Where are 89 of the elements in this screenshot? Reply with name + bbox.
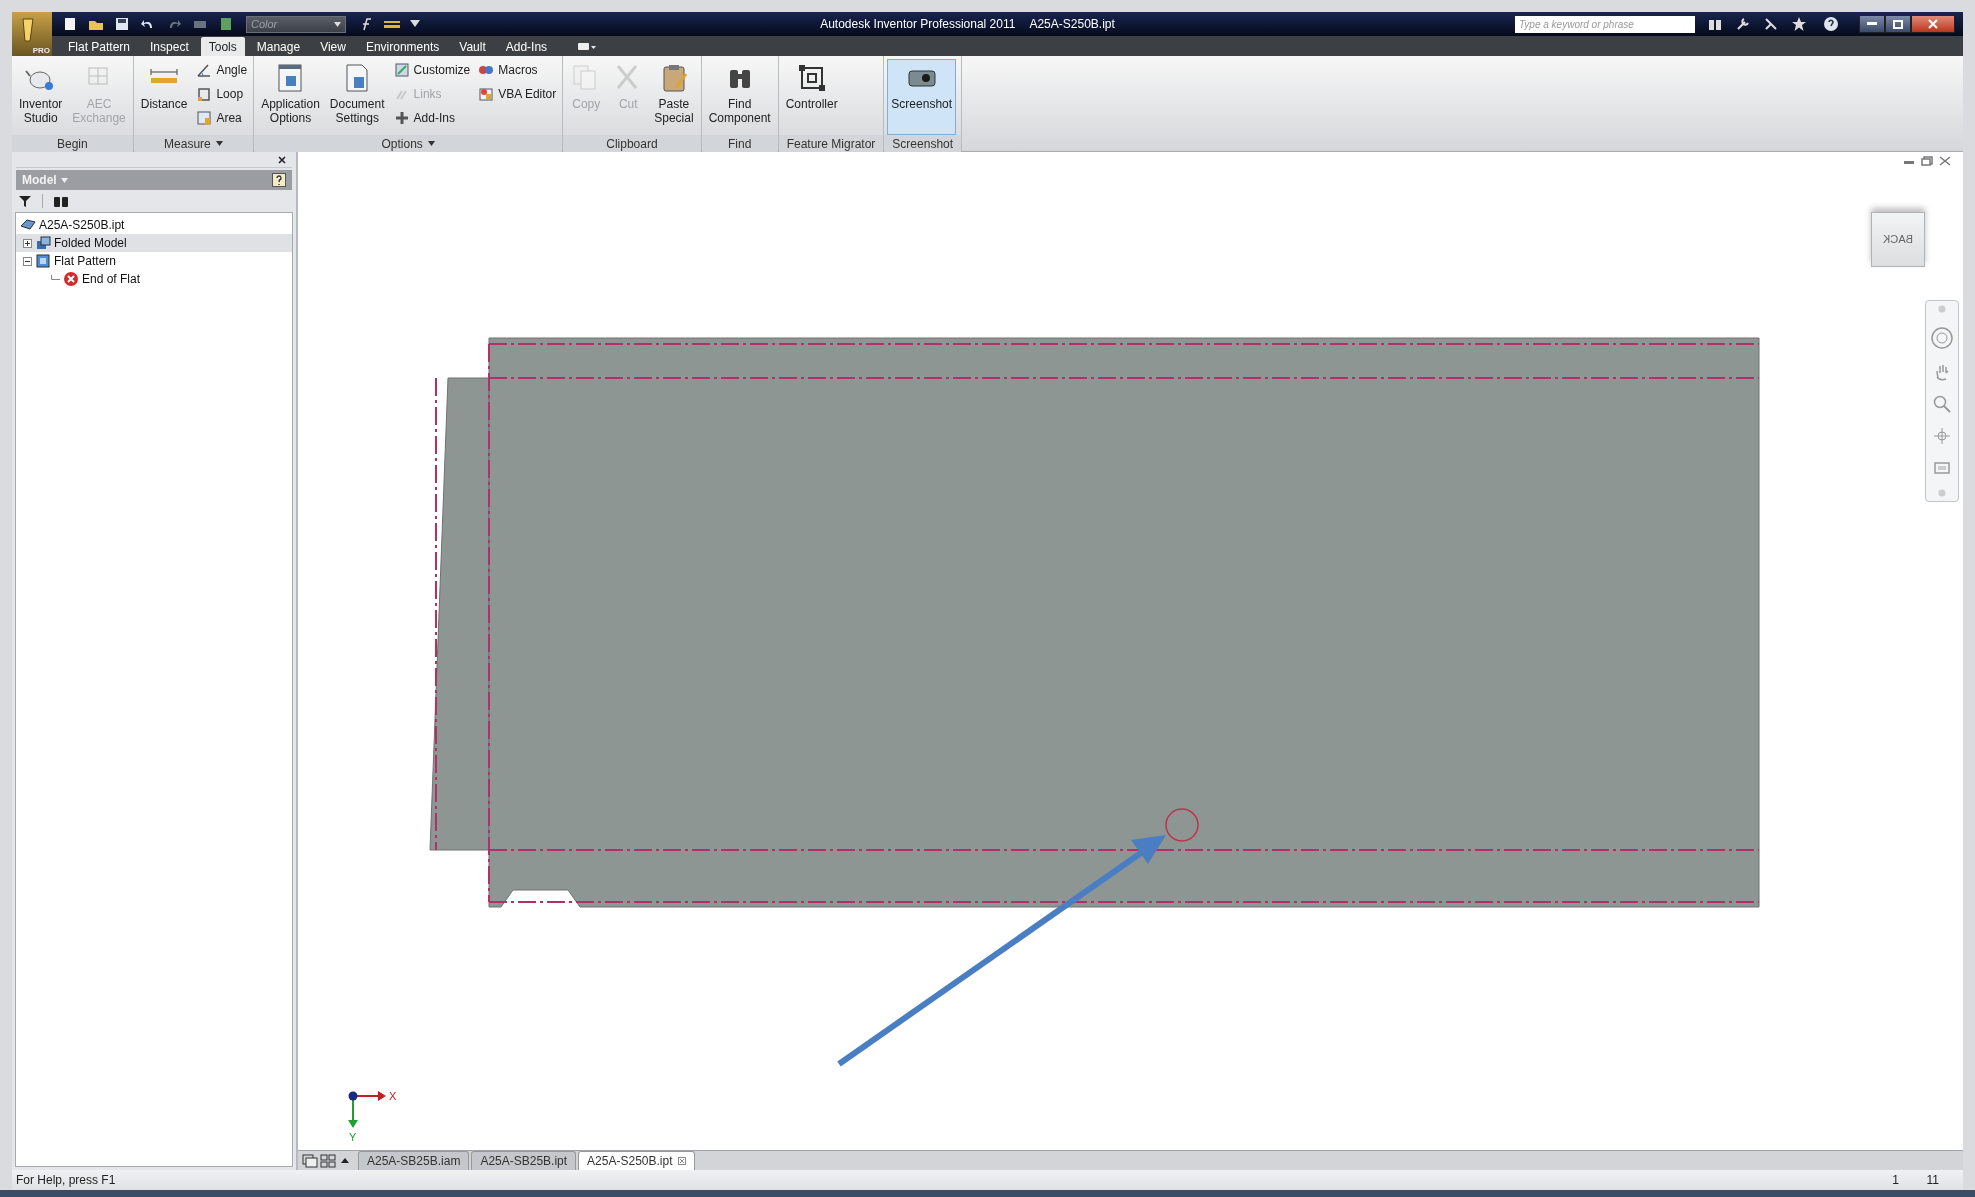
panel-label: Find (701, 135, 778, 152)
ribbon-button[interactable]: Inventor Studio (15, 59, 67, 135)
minimize-icon (1867, 22, 1877, 26)
caret-icon (334, 21, 341, 27)
ribbon-button[interactable]: Loop (193, 83, 251, 105)
axis-triad-icon (348, 1091, 386, 1128)
loop-icon (196, 86, 213, 102)
help-icon (1823, 16, 1839, 32)
document-tab[interactable]: A25A-S250B.ipt (578, 1151, 695, 1170)
ribbon-button[interactable]: Application Options (257, 59, 324, 135)
ribbon-tab[interactable]: Manage (248, 37, 309, 56)
status-field: 11 (1899, 1171, 1939, 1189)
ribbon-tab[interactable]: Flat Pattern (60, 37, 139, 56)
restore-icon (1893, 19, 1903, 29)
window-title: Autodesk Inventor Professional 2011 (820, 16, 1016, 33)
panel-label: Clipboard (563, 135, 701, 152)
document-name: A25A-S250B.ipt (1029, 16, 1115, 33)
ribbon-button[interactable]: VBA Editor (475, 83, 560, 105)
star-icon (1791, 16, 1807, 32)
part-icon (20, 217, 36, 233)
vba-editor-icon (478, 86, 495, 102)
ribbon-tab[interactable]: Environments (357, 37, 448, 56)
new-file-icon (62, 16, 78, 32)
orbit-icon (1933, 427, 1951, 445)
caret-icon (427, 141, 435, 146)
tree-item[interactable]: Folded Model (16, 234, 292, 252)
caret-icon (60, 177, 68, 183)
maximize-button[interactable] (1885, 15, 1911, 33)
document-tab[interactable]: A25A-SB25B.ipt (471, 1151, 577, 1170)
close-button[interactable] (1911, 15, 1955, 33)
ribbon-button[interactable]: Angle (193, 59, 251, 81)
panel-label: Feature Migrator (778, 135, 884, 152)
ribbon-tab[interactable]: Add-Ins (497, 37, 556, 56)
panel-menu-button[interactable]: Measure (133, 135, 254, 152)
area-icon (196, 110, 213, 126)
customize-icon (393, 62, 410, 78)
ribbon-button[interactable]: Add-Ins (390, 107, 474, 129)
caret-icon (215, 141, 223, 146)
badge-label: PRO (32, 47, 50, 55)
ribbon-button[interactable]: Find Component (704, 59, 775, 135)
cascade-icon (302, 1153, 318, 1168)
dropdown-value: Color (251, 16, 278, 32)
look-icon (1933, 459, 1951, 475)
panel-label: Screenshot (884, 135, 962, 152)
ribbon-tab[interactable]: View (312, 37, 354, 56)
search-field[interactable]: Type a keyword or phrase (1515, 15, 1695, 33)
binoculars-icon (53, 194, 69, 208)
panel-label: Begin (12, 135, 133, 152)
plus-icon (393, 110, 410, 126)
application-button[interactable]: PRO (12, 12, 52, 56)
ribbon-button[interactable]: Document Settings (325, 59, 389, 135)
hand-icon (1934, 363, 1950, 381)
tile-icon (320, 1153, 336, 1168)
status-field: 1 (1859, 1171, 1899, 1189)
plus-box-icon (23, 238, 32, 248)
document-tab[interactable]: A25A-SB25B.iam (358, 1151, 470, 1170)
tree-item[interactable]: Flat Pattern (16, 252, 292, 270)
minus-box-icon (23, 256, 32, 266)
restore-icon (1921, 156, 1933, 166)
ribbon-button[interactable]: Area (193, 107, 251, 129)
sheet-metal-icon (35, 235, 51, 251)
x-circle-icon (63, 271, 79, 287)
ribbon-button[interactable]: Screenshot (887, 59, 957, 135)
filter-icon (18, 194, 32, 208)
ribbon-tab[interactable]: Tools (200, 37, 245, 56)
tree-item[interactable]: A25A-S250B.ipt (16, 216, 292, 234)
wrench-icon (1735, 16, 1751, 32)
zoom-icon (1933, 395, 1951, 413)
axis-label: X (389, 1090, 397, 1102)
status-text: For Help, press F1 (16, 1172, 117, 1189)
save-icon (114, 16, 130, 32)
ribbon-button[interactable]: Distance (136, 59, 192, 135)
tree-item[interactable]: End of Flat (16, 270, 292, 288)
steering-wheel-icon (1931, 327, 1953, 349)
help-icon (272, 173, 286, 187)
ribbon-tab[interactable]: Inspect (142, 37, 197, 56)
ribbon-button[interactable]: Paste Special (650, 59, 698, 135)
customize-menu-icon (410, 20, 420, 28)
panel-menu-button[interactable]: Options (254, 135, 563, 152)
ribbon-button[interactable]: Customize (390, 59, 474, 81)
ribbon-button[interactable]: Macros (475, 59, 560, 81)
minimize-button[interactable] (1859, 15, 1885, 33)
axis-label: Y (349, 1131, 357, 1143)
ribbon-button[interactable]: Controller (781, 59, 842, 135)
view-cube[interactable]: BACK (1871, 212, 1925, 267)
angle-icon (196, 62, 213, 78)
hole-marker (1165, 808, 1199, 842)
flat-pattern-icon (35, 253, 51, 269)
ribbon-tab[interactable]: Vault (451, 37, 494, 56)
